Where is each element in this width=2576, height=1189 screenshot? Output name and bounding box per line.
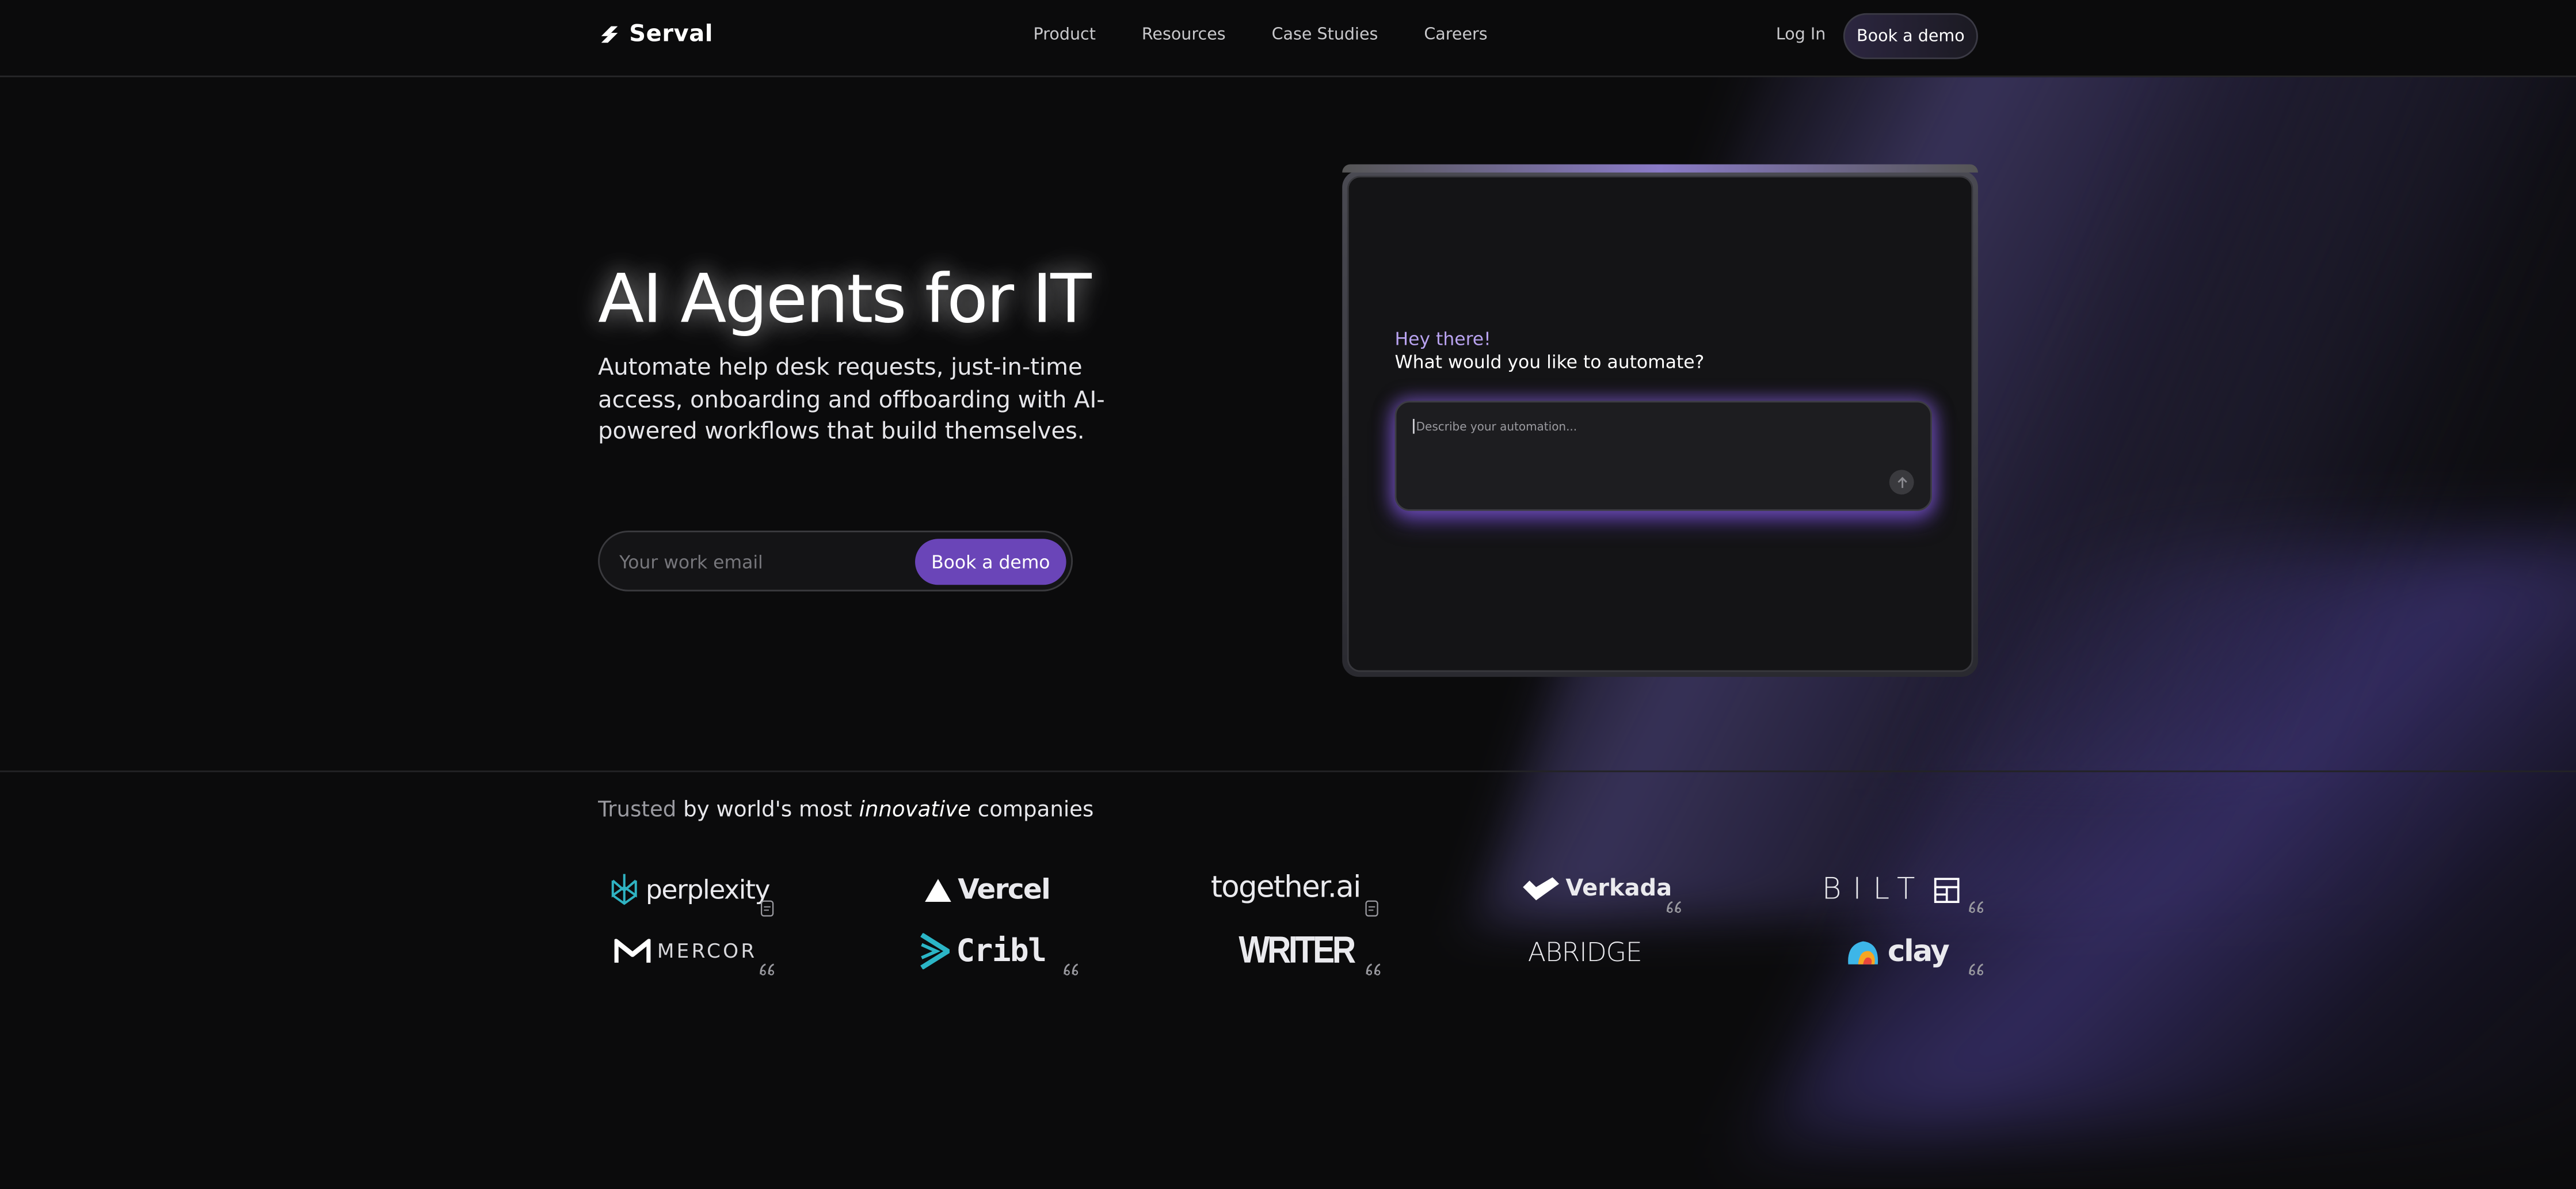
logo-clay[interactable]: clay [1845, 935, 1950, 970]
arrow-up-icon [1897, 476, 1907, 487]
logo-text: MERCOR [657, 939, 757, 963]
quote-badge-icon [1064, 963, 1079, 975]
verkada-logo-icon [1523, 877, 1560, 901]
mockup-greeting: Hey there! [1394, 328, 1491, 350]
top-navbar: Serval Product Resources Case Studies Ca… [0, 0, 2576, 78]
trusted-emphasis: innovative [859, 798, 971, 824]
cribl-logo-icon [920, 933, 950, 970]
nav-item-careers[interactable]: Careers [1424, 26, 1487, 44]
brand-logo[interactable]: Serval [598, 21, 713, 48]
logo-text: together.ai [1210, 870, 1362, 905]
logo-cribl[interactable]: Cribl [920, 933, 1047, 970]
mercor-logo-icon [614, 939, 651, 963]
nav-book-demo-button[interactable]: Book a demo [1843, 13, 1978, 59]
logo-text: clay [1887, 935, 1950, 970]
trusted-suffix: companies [977, 798, 1094, 824]
case-study-badge-icon [760, 900, 774, 917]
logo-text: Vercel [958, 874, 1051, 907]
mockup-top-bezel [1342, 164, 1978, 173]
send-button[interactable] [1889, 470, 1914, 495]
automation-prompt-placeholder: Describe your automation... [1416, 420, 1577, 434]
vercel-triangle-icon [925, 879, 951, 902]
serval-logo-icon [601, 26, 618, 43]
logo-text: WRITER [1239, 930, 1356, 972]
perplexity-logo-icon [611, 874, 637, 905]
trusted-by-heading: Trusted by world's most innovative compa… [598, 798, 1093, 823]
page: Serval Product Resources Case Studies Ca… [0, 0, 2576, 1188]
customer-logos: perplexity Vercel together.ai Verkada BI… [598, 867, 1994, 982]
automation-prompt-input[interactable]: Describe your automation... [1412, 418, 1577, 434]
quote-badge-icon [760, 963, 775, 975]
hero-book-demo-button[interactable]: Book a demo [915, 539, 1066, 585]
logo-bilt[interactable]: BILT [1822, 872, 1960, 907]
email-signup-form: Book a demo [598, 531, 1073, 592]
section-divider [0, 770, 2576, 772]
quote-badge-icon [1969, 901, 1984, 913]
clay-logo-icon [1848, 940, 1878, 964]
login-link[interactable]: Log In [1776, 26, 1826, 44]
logo-text: perplexity [645, 873, 771, 905]
product-mockup: Hey there! What would you like to automa… [1342, 164, 1978, 677]
quote-badge-icon [1666, 901, 1681, 913]
hero-title: AI Agents for IT [598, 260, 1092, 339]
mockup-screen: Hey there! What would you like to automa… [1347, 176, 1973, 672]
logo-together-ai[interactable]: together.ai [1210, 870, 1362, 905]
quote-badge-icon [1969, 963, 1984, 975]
nav-item-resources[interactable]: Resources [1142, 26, 1226, 44]
trusted-prefix: Trusted [598, 798, 677, 824]
logo-text: BILT [1822, 872, 1927, 907]
automation-prompt-box[interactable]: Describe your automation... [1394, 401, 1933, 511]
logo-mercor[interactable]: MERCOR [614, 938, 757, 965]
logo-text: ABRIDGE [1527, 936, 1643, 968]
hero-subtitle: Automate help desk requests, just-in-tim… [598, 355, 1105, 445]
mockup-question: What would you like to automate? [1394, 351, 1705, 373]
brand-name: Serval [629, 21, 714, 48]
trusted-middle: by world's most [683, 798, 852, 824]
logo-text: Cribl [956, 933, 1047, 970]
main-nav: Product Resources Case Studies Careers [1034, 26, 1488, 44]
logo-perplexity[interactable]: perplexity [609, 872, 771, 905]
nav-item-product[interactable]: Product [1034, 26, 1096, 44]
logo-verkada[interactable]: Verkada [1523, 876, 1672, 902]
logo-text: Verkada [1565, 875, 1672, 902]
case-study-badge-icon [1365, 900, 1378, 917]
logo-abridge[interactable]: ABRIDGE [1527, 936, 1643, 968]
bilt-logo-icon [1933, 876, 1959, 902]
nav-item-case-studies[interactable]: Case Studies [1272, 26, 1378, 44]
text-caret [1412, 418, 1415, 434]
quote-badge-icon [1366, 963, 1381, 975]
logo-writer[interactable]: WRITER [1239, 930, 1356, 972]
logo-vercel[interactable]: Vercel [925, 874, 1051, 907]
work-email-input[interactable] [619, 547, 899, 577]
